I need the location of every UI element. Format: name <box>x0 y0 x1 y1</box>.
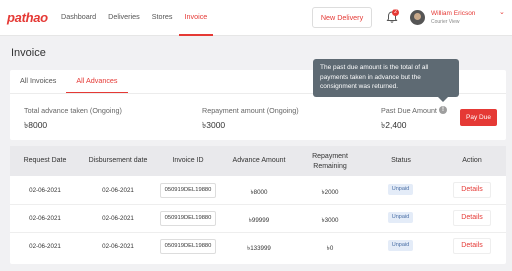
details-button[interactable]: Details <box>453 182 491 198</box>
details-button[interactable]: Details <box>453 238 491 254</box>
main-nav: Dashboard Deliveries Stores Invoice <box>55 0 214 36</box>
header-status: Status <box>391 157 411 164</box>
user-role: Courier View <box>431 19 460 25</box>
header-invoice-id: Invoice ID <box>172 157 204 164</box>
past-due-value: ৳2,400 <box>381 120 407 130</box>
nav-deliveries[interactable]: Deliveries <box>102 0 146 36</box>
cell-invoice-id[interactable]: 050919DEL19880 <box>160 183 216 198</box>
cell-disbursement-date: 02-06-2021 <box>102 187 134 194</box>
cell-request-date: 02-06-2021 <box>29 187 61 194</box>
chevron-down-icon[interactable]: ⌄ <box>499 8 505 16</box>
cell-invoice-id[interactable]: 050919DEL19880 <box>160 239 216 254</box>
past-due-tooltip: The past due amount is the total of all … <box>313 59 459 102</box>
cell-repayment-remaining: ৳0 <box>326 245 334 252</box>
status-badge: Unpaid <box>388 184 413 195</box>
row-divider <box>10 232 506 233</box>
advance-taken-label: Total advance taken (Ongoing) <box>24 106 122 115</box>
status-badge: Unpaid <box>388 212 413 223</box>
avatar[interactable] <box>410 10 425 25</box>
new-delivery-button[interactable]: New Delivery <box>312 7 372 28</box>
cell-advance-amount: ৳8000 <box>250 189 268 196</box>
info-icon[interactable]: ! <box>439 106 447 114</box>
cell-request-date: 02-06-2021 <box>29 243 61 250</box>
cell-disbursement-date: 02-06-2021 <box>102 215 134 222</box>
header-action: Action <box>462 157 482 164</box>
tab-all-invoices[interactable]: All Invoices <box>10 70 66 93</box>
repayment-amount-value: ৳3000 <box>202 120 226 130</box>
page-title: Invoice <box>11 47 46 59</box>
tab-all-advances[interactable]: All Advances <box>66 70 128 93</box>
past-due-label: Past Due Amount <box>381 106 437 115</box>
header-disbursement-date: Disbursement date <box>88 157 148 164</box>
cell-repayment-remaining: ৳3000 <box>321 217 339 224</box>
cell-request-date: 02-06-2021 <box>29 215 61 222</box>
advance-taken-value: ৳8000 <box>24 120 48 130</box>
pay-due-button[interactable]: Pay Due <box>460 109 497 126</box>
header-request-date: Request Date <box>23 157 67 164</box>
nav-invoice[interactable]: Invoice <box>178 0 214 36</box>
row-divider <box>10 204 506 205</box>
notification-badge: 2 <box>392 9 399 16</box>
details-button[interactable]: Details <box>453 210 491 226</box>
cell-advance-amount: ৳133999 <box>247 245 271 252</box>
nav-stores[interactable]: Stores <box>146 0 179 36</box>
cell-invoice-id[interactable]: 050919DEL19880 <box>160 211 216 226</box>
header-advance-amount: Advance Amount <box>232 157 286 164</box>
cell-disbursement-date: 02-06-2021 <box>102 243 134 250</box>
cell-advance-amount: ৳99999 <box>248 217 270 224</box>
cell-repayment-remaining: ৳2000 <box>321 189 339 196</box>
header-repayment-remaining: Repayment Remaining <box>312 153 348 170</box>
invoice-tabs: All Invoices All Advances <box>10 70 128 93</box>
user-name[interactable]: William Ericson <box>431 10 475 17</box>
status-badge: Unpaid <box>388 240 413 251</box>
repayment-amount-label: Repayment amount (Ongoing) <box>202 106 299 115</box>
nav-dashboard[interactable]: Dashboard <box>55 0 102 36</box>
pathao-logo[interactable]: pathao <box>7 10 48 25</box>
